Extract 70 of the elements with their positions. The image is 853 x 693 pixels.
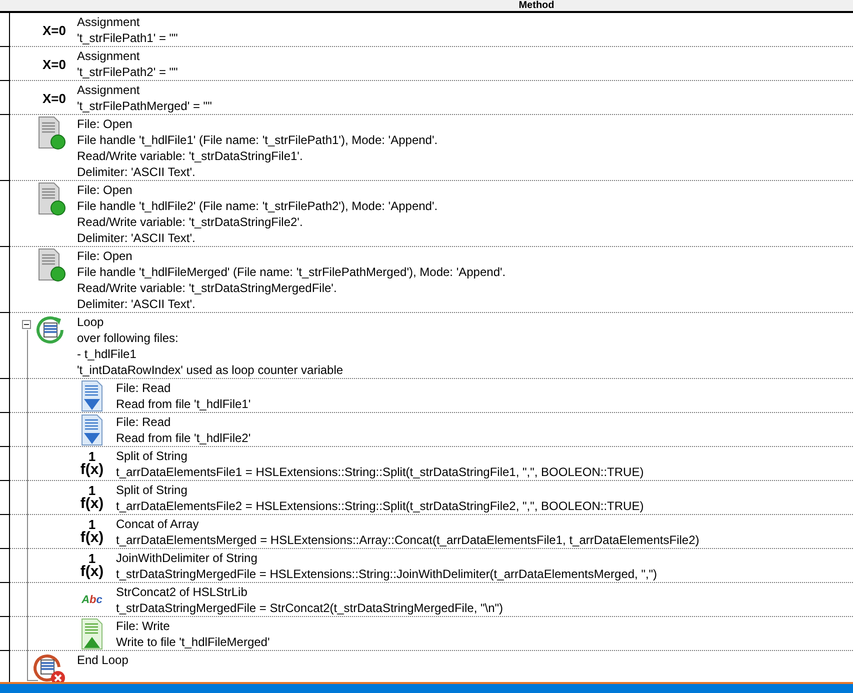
function-symbol: f(x): [80, 531, 104, 544]
document-icon: [36, 182, 66, 216]
step-title: Split of String: [116, 482, 188, 498]
step-title: Concat of Array: [116, 516, 200, 532]
function-index: 1: [88, 450, 96, 463]
document-icon: [36, 116, 66, 150]
step-detail: Read/Write variable: 't_strDataStringMergedFile'.: [77, 280, 338, 296]
row-header-cell: [0, 413, 10, 447]
step-detail: Delimiter: 'ASCII Text'.: [77, 164, 196, 180]
document-icon: [36, 248, 66, 282]
step-detail: File handle 't_hdlFile2' (File name: 't_strFilePath2'), Mode: 'Append'.: [77, 198, 438, 214]
step-detail: Write to file 't_hdlFileMerged': [116, 634, 270, 650]
step-detail: t_strDataStringMergedFile = HSLExtensions::String::JoinWithDelimiter(t_arrDataElementsMerged, ","): [116, 566, 658, 582]
function-index: 1: [88, 518, 96, 531]
step-detail: - t_hdlFile1: [77, 346, 138, 362]
step-title: End Loop: [77, 652, 128, 668]
step-detail: t_strDataStringMergedFile = StrConcat2(t_strDataStringMergedFile, "\n"): [116, 600, 504, 616]
step-title: Assignment: [77, 48, 141, 64]
row-header-cell: [0, 47, 10, 81]
step-detail: Read from file 't_hdlFile1': [116, 396, 251, 412]
step-detail: Delimiter: 'ASCII Text'.: [77, 296, 196, 312]
column-header[interactable]: Method: [518, 0, 554, 11]
row-header-cell: [0, 181, 10, 247]
row-header-cell: [0, 549, 10, 583]
function-symbol: f(x): [80, 565, 104, 578]
step-detail: 't_strFilePathMerged' = "": [77, 98, 212, 114]
assignment-symbol: X=0: [42, 91, 66, 106]
step-detail: 't_strFilePath1' = "": [77, 30, 178, 46]
step-title: Assignment: [77, 14, 141, 30]
step-detail: 't_intDataRowIndex' used as loop counter variable: [77, 362, 344, 378]
loop-icon: [34, 314, 66, 346]
assignment-symbol: X=0: [42, 57, 66, 72]
step-title: Loop: [77, 314, 105, 330]
step-detail: over following files:: [77, 330, 180, 346]
row-header-cell: [0, 515, 10, 549]
row-header-cell: [0, 447, 10, 481]
step-detail: t_arrDataElementsMerged = HSLExtensions::Array::Concat(t_arrDataElementsFile1, t_arrDataElementsFile2): [116, 532, 700, 548]
abc-symbol: Abc: [82, 594, 102, 606]
step-title: File: Open: [77, 182, 134, 198]
step-detail: 't_strFilePath2' = "": [77, 64, 178, 80]
row-header-cell: [0, 313, 10, 379]
step-detail: Read/Write variable: 't_strDataStringFile2'.: [77, 214, 304, 230]
row-header-cell: [0, 247, 10, 313]
step-title: File: Write: [116, 618, 171, 634]
function-symbol: f(x): [80, 463, 104, 476]
row-header-cell: [0, 481, 10, 515]
step-title: Split of String: [116, 448, 188, 464]
step-title: File: Open: [77, 116, 134, 132]
row-header-cell: [0, 81, 10, 115]
step-detail: t_arrDataElementsFile1 = HSLExtensions::String::Split(t_strDataStringFile1, ",", BOOLEON::TRUE): [116, 464, 644, 480]
row-header-cell: [0, 583, 10, 617]
step-title: File: Open: [77, 248, 134, 264]
step-detail: Delimiter: 'ASCII Text'.: [77, 230, 196, 246]
assignment-symbol: X=0: [42, 23, 66, 38]
step-title: StrConcat2 of HSLStrLib: [116, 584, 248, 600]
collapse-toggle[interactable]: [22, 320, 31, 329]
row-header-cell: [0, 379, 10, 413]
step-title: File: Read: [116, 380, 172, 396]
step-detail: File handle 't_hdlFile1' (File name: 't_strFilePath1'), Mode: 'Append'.: [77, 132, 438, 148]
row-header-cell: [0, 115, 10, 181]
step-detail: File handle 't_hdlFileMerged' (File name: 't_strFilePathMerged'), Mode: 'Append'.: [77, 264, 506, 280]
step-title: File: Read: [116, 414, 172, 430]
function-symbol: f(x): [80, 497, 104, 510]
step-detail: Read/Write variable: 't_strDataStringFile1'.: [77, 148, 304, 164]
step-detail: t_arrDataElementsFile2 = HSLExtensions::String::Split(t_strDataStringFile2, ",", BOOLEON::TRUE): [116, 498, 644, 514]
step-title: JoinWithDelimiter of String: [116, 550, 258, 566]
step-detail: Read from file 't_hdlFile2': [116, 430, 251, 446]
function-index: 1: [88, 552, 96, 565]
step-title: Assignment: [77, 82, 141, 98]
function-index: 1: [88, 484, 96, 497]
